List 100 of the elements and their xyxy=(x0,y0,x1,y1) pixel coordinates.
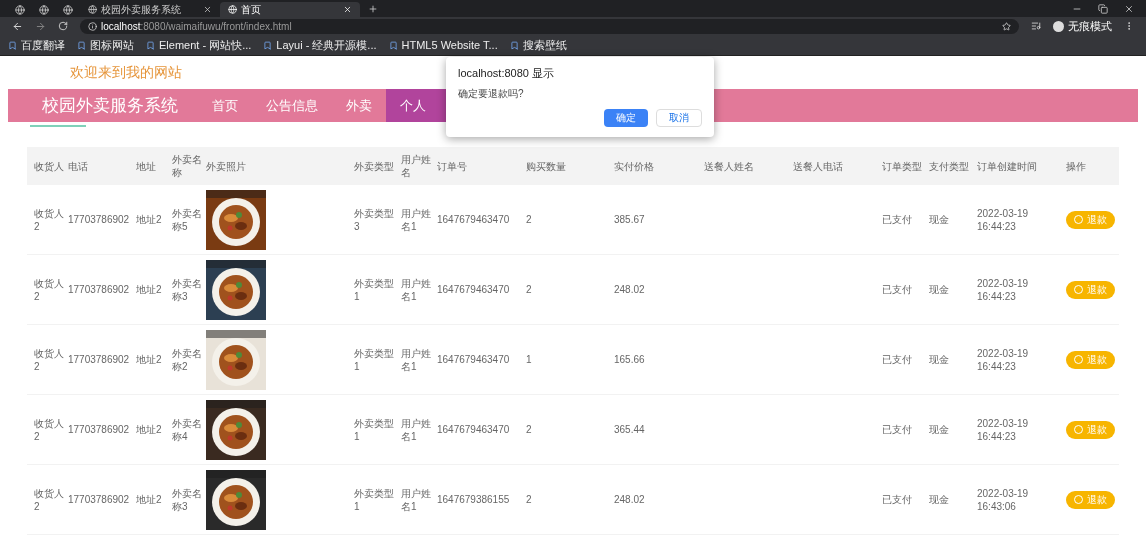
table-cell-text: 17703786902 xyxy=(68,283,131,296)
globe-icon xyxy=(39,4,49,15)
bookmark-item[interactable]: 搜索壁纸 xyxy=(509,36,567,54)
address-field[interactable]: localhost:8080/waimaifuwu/front/index.html xyxy=(80,18,1019,34)
table-cell-text: 外卖名称4 xyxy=(172,416,203,443)
close-icon[interactable] xyxy=(203,5,212,14)
table-cell-text: 外卖名称5 xyxy=(172,206,203,233)
table-cell-text: 外卖类型1 xyxy=(354,346,395,373)
nav-link[interactable]: 公告信息 xyxy=(252,89,332,122)
browser-tab[interactable]: 首页 xyxy=(220,2,360,17)
table-cell-text: 2 xyxy=(526,283,533,296)
table-cell-text: 1647679386155 xyxy=(437,493,511,506)
info-icon xyxy=(88,21,97,31)
globe-icon xyxy=(63,4,73,15)
media-icon[interactable] xyxy=(1031,21,1041,31)
table-cell-text: 地址2 xyxy=(136,493,163,506)
table-cell-text: 现金 xyxy=(929,493,950,506)
column-header: 送餐人电话 xyxy=(793,159,844,173)
column-header: 收货人 xyxy=(33,159,65,173)
table-cell-text: 2022-03-19 16:43:06 xyxy=(977,486,1030,513)
table-cell-text: 收货人2 xyxy=(33,486,65,513)
restore-icon[interactable] xyxy=(1098,4,1108,14)
table-cell-text: 17703786902 xyxy=(68,493,131,506)
table-cell-text: 已支付 xyxy=(882,213,913,226)
column-header: 订单创建时间 xyxy=(977,159,1038,173)
star-icon[interactable] xyxy=(1002,21,1011,31)
bookmark-icon xyxy=(509,40,519,50)
table-cell-text: 外卖类型3 xyxy=(354,206,395,233)
column-header: 外卖照片 xyxy=(206,159,247,173)
bookmark-item[interactable]: 图标网站 xyxy=(77,36,134,54)
bookmark-icon xyxy=(263,40,273,50)
table-cell-text: 现金 xyxy=(929,353,950,366)
bookmark-item[interactable]: 百度翻译 xyxy=(8,36,65,54)
table-cell-text: 17703786902 xyxy=(68,423,131,436)
globe-icon xyxy=(228,5,237,14)
table-cell-text: 用户姓名1 xyxy=(401,206,432,233)
bookmark-icon xyxy=(146,40,155,50)
table-cell-text: 2 xyxy=(526,213,533,226)
globe-icon xyxy=(15,4,25,15)
welcome-text: 欢迎来到我的网站 xyxy=(70,63,182,82)
table-cell-text: 现金 xyxy=(929,283,950,296)
globe-icon xyxy=(88,5,97,14)
table-cell-text: 2022-03-19 16:44:23 xyxy=(977,276,1030,303)
bookmark-item[interactable]: HTML5 Website T... xyxy=(388,36,498,54)
back-icon[interactable] xyxy=(12,20,23,32)
table-cell-text: 1647679463470 xyxy=(437,283,511,296)
table-cell-text: 1647679463470 xyxy=(437,423,511,436)
avatar-icon[interactable] xyxy=(1053,20,1064,32)
table-cell-text: 已支付 xyxy=(882,283,913,296)
table-cell-text: 外卖类型1 xyxy=(354,416,395,443)
dialog-button[interactable]: 确定 xyxy=(604,108,648,127)
table-cell-text: 外卖名称3 xyxy=(172,486,203,513)
column-header: 订单类型 xyxy=(882,159,923,173)
dialog-button[interactable]: 取消 xyxy=(656,108,702,127)
column-header: 支付类型 xyxy=(929,159,970,173)
column-header: 用户姓名 xyxy=(401,153,432,179)
bookmark-icon xyxy=(388,40,398,50)
table-cell-text: 外卖类型1 xyxy=(354,276,395,303)
table-cell-text: 用户姓名1 xyxy=(401,276,432,303)
table-cell-text: 外卖名称2 xyxy=(172,346,203,373)
reload-icon[interactable] xyxy=(58,21,68,31)
column-header: 订单号 xyxy=(437,159,468,173)
table-cell-text: 1647679463470 xyxy=(437,353,511,366)
table-cell-text: 地址2 xyxy=(136,283,163,296)
table-cell-text: 2022-03-19 16:44:23 xyxy=(977,416,1030,443)
table-cell-text: 现金 xyxy=(929,213,950,226)
table-cell-text: 收货人2 xyxy=(33,206,65,233)
table-cell-text: 2 xyxy=(526,493,533,506)
table-cell-text: 用户姓名1 xyxy=(401,346,432,373)
table-cell-text: 地址2 xyxy=(136,423,163,436)
column-header: 操作 xyxy=(1066,159,1087,173)
table-cell-text: 365.44 xyxy=(614,423,646,436)
table-cell-text: 2 xyxy=(526,423,533,436)
table-cell-text: 用户姓名1 xyxy=(401,416,432,443)
browser-tab[interactable]: 校园外卖服务系统 xyxy=(80,2,220,17)
table-cell-text: 248.02 xyxy=(614,283,646,296)
nav-link[interactable]: 首页 xyxy=(198,89,252,122)
nav-link[interactable]: 外卖 xyxy=(332,89,386,122)
column-header: 外卖名称 xyxy=(172,153,203,179)
table-cell-text: 收货人2 xyxy=(33,276,65,303)
table-cell-text: 收货人2 xyxy=(33,346,65,373)
dialog-title: localhost:8080 显示 xyxy=(458,66,555,81)
table-cell-text: 17703786902 xyxy=(68,353,131,366)
table-cell-text: 收货人2 xyxy=(33,416,65,443)
table-cell-text: 1647679463470 xyxy=(437,213,511,226)
close-icon[interactable] xyxy=(1124,4,1134,14)
new-tab-icon[interactable] xyxy=(368,4,378,14)
table-cell-text: 外卖名称3 xyxy=(172,276,203,303)
bookmark-item[interactable]: Layui - 经典开源模... xyxy=(263,36,377,54)
table-cell-text: 已支付 xyxy=(882,493,913,506)
column-header: 实付价格 xyxy=(614,159,655,173)
table-cell-text: 地址2 xyxy=(136,213,163,226)
bookmark-item[interactable]: Element - 网站快... xyxy=(146,36,252,54)
column-header: 地址 xyxy=(136,159,157,173)
forward-icon[interactable] xyxy=(35,20,46,32)
table-cell-text: 地址2 xyxy=(136,353,163,366)
table-cell-text: 已支付 xyxy=(882,423,913,436)
profile-label[interactable]: 无痕模式 xyxy=(1068,17,1112,35)
column-header: 外卖类型 xyxy=(354,159,395,173)
site-title: 校园外卖服务系统 xyxy=(41,94,179,117)
